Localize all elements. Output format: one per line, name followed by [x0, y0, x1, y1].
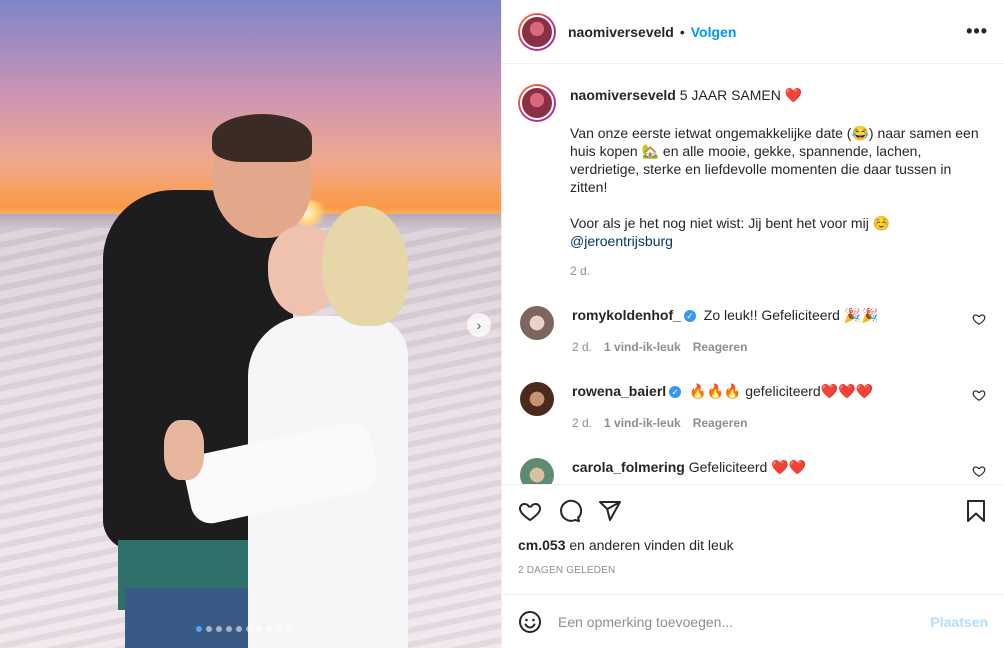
heart-icon[interactable] — [518, 499, 542, 523]
comment-username[interactable]: rowena_baierl — [572, 383, 666, 399]
verified-badge-icon: ✓ — [669, 386, 682, 399]
bookmark-icon[interactable] — [964, 499, 988, 523]
reply-button[interactable]: Reageren — [693, 338, 748, 356]
comment-like-heart-icon[interactable] — [972, 312, 986, 326]
comment-like-heart-icon[interactable] — [972, 464, 986, 478]
carousel-next-button[interactable]: › — [467, 313, 491, 337]
photo-man-hair — [212, 114, 312, 162]
comment-time[interactable]: 2 d. — [572, 414, 592, 432]
separator-dot: • — [679, 23, 685, 40]
photo-man-jeans — [125, 588, 250, 648]
reply-button[interactable]: Reageren — [693, 414, 748, 432]
mention-link[interactable]: @jeroentrijsburg — [570, 233, 673, 249]
comment-item: carola_folmering Gefeliciteerd ❤️❤️ — [518, 458, 988, 484]
carousel-dots — [196, 626, 292, 632]
comment-avatar[interactable] — [520, 382, 554, 416]
carousel-dot — [196, 626, 202, 632]
author-avatar[interactable] — [518, 12, 556, 51]
caption-username[interactable]: naomiverseveld — [570, 87, 676, 103]
comment-avatar[interactable] — [520, 458, 554, 484]
carousel-dot — [226, 626, 232, 632]
emoji-icon[interactable] — [518, 610, 542, 634]
carousel-dot — [286, 626, 292, 632]
comment-item: romykoldenhof_ ✓ Zo leuk!! Gefeliciteerd … — [518, 306, 988, 356]
comment-like-heart-icon[interactable] — [972, 388, 986, 402]
instagram-post: › naomiverseveld • Volgen ••• naomiverse… — [0, 0, 1004, 648]
post-comment-button[interactable]: Plaatsen — [930, 614, 988, 630]
comment-username[interactable]: carola_folmering — [572, 459, 685, 475]
caption-time[interactable]: 2 d. — [570, 262, 988, 280]
carousel-dot — [246, 626, 252, 632]
post-photo[interactable]: › — [0, 0, 501, 648]
post-date[interactable]: 2 DAGEN GELEDEN — [518, 565, 988, 576]
carousel-dot — [266, 626, 272, 632]
comment-icon[interactable] — [558, 499, 582, 523]
caption-paragraph-2: Voor als je het nog niet wist: Jij bent … — [570, 214, 988, 250]
photo-hand — [164, 420, 204, 480]
likes-suffix[interactable]: en anderen vinden dit leuk — [569, 537, 733, 553]
comment-likes[interactable]: 1 vind-ik-leuk — [604, 338, 681, 356]
carousel-dot — [256, 626, 262, 632]
comment-text: Zo leuk!! Gefeliciteerd 🎉🎉 — [703, 307, 879, 323]
carousel-dot — [276, 626, 282, 632]
caption-avatar[interactable] — [518, 84, 556, 122]
more-options-icon[interactable]: ••• — [966, 21, 988, 42]
comment-avatar[interactable] — [520, 306, 554, 340]
carousel-dot — [206, 626, 212, 632]
verified-badge-icon: ✓ — [683, 310, 696, 323]
comment-text: Gefeliciteerd ❤️❤️ — [688, 459, 807, 475]
carousel-dot — [236, 626, 242, 632]
share-icon[interactable] — [598, 499, 622, 523]
post-actions: cm.053 en anderen vinden dit leuk 2 DAGE… — [502, 484, 1004, 594]
caption-title: 5 JAAR SAMEN ❤️ — [679, 87, 803, 103]
comment-input[interactable] — [556, 612, 931, 631]
caption-paragraph-2-text: Voor als je het nog niet wist: Jij bent … — [570, 215, 891, 231]
caption: naomiverseveld 5 JAAR SAMEN ❤️ Van onze … — [518, 84, 988, 280]
liked-by-username[interactable]: cm.053 — [518, 537, 565, 553]
post-header: naomiverseveld • Volgen ••• — [502, 0, 1004, 64]
photo-woman-hair — [322, 206, 408, 326]
likes-summary: cm.053 en anderen vinden dit leuk — [518, 537, 988, 553]
comment-likes[interactable]: 1 vind-ik-leuk — [604, 414, 681, 432]
chevron-right-icon: › — [476, 317, 482, 333]
comment-item: rowena_baierl ✓ 🔥🔥🔥 gefeliciteerd❤️❤️❤️ 2… — [518, 382, 988, 432]
comment-time[interactable]: 2 d. — [572, 338, 592, 356]
author-username[interactable]: naomiverseveld — [568, 24, 674, 40]
post-sidebar: naomiverseveld • Volgen ••• naomiverseve… — [501, 0, 1004, 648]
comments-section[interactable]: naomiverseveld 5 JAAR SAMEN ❤️ Van onze … — [502, 64, 1004, 484]
caption-paragraph-1: Van onze eerste ietwat ongemakkelijke da… — [570, 125, 979, 195]
comment-username[interactable]: romykoldenhof_ — [572, 307, 681, 323]
carousel-dot — [216, 626, 222, 632]
add-comment-bar: Plaatsen — [502, 594, 1004, 648]
follow-button[interactable]: Volgen — [691, 24, 737, 40]
comment-text: 🔥🔥🔥 gefeliciteerd❤️❤️❤️ — [689, 383, 874, 399]
